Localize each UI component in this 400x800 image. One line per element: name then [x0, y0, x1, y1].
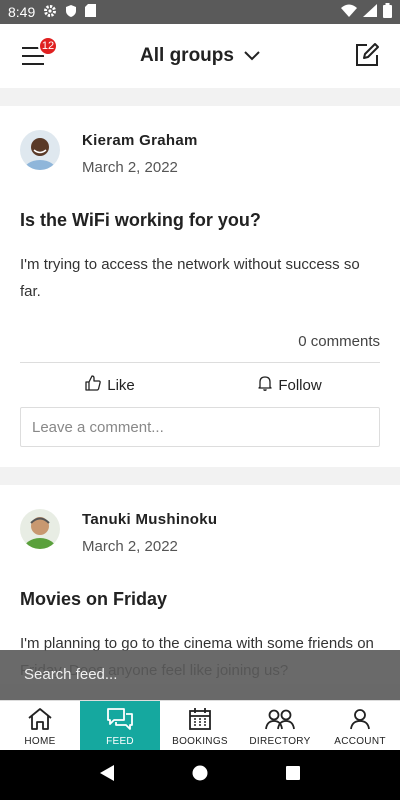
person-icon — [348, 707, 372, 736]
group-label: All groups — [140, 45, 234, 66]
people-icon — [265, 707, 295, 736]
chat-icon — [106, 707, 134, 736]
follow-label: Follow — [278, 376, 322, 394]
app-header: 12 All groups — [0, 24, 400, 88]
post-author: Kieram Graham March 2, 2022 — [20, 106, 380, 176]
nav-label: FEED — [106, 736, 134, 747]
status-time: 8:49 — [8, 4, 36, 20]
search-placeholder: Search feed... — [24, 666, 118, 683]
comment-count[interactable]: 0 comments — [20, 333, 380, 363]
avatar[interactable] — [20, 130, 60, 170]
feed-post: Kieram Graham March 2, 2022 Is the WiFi … — [0, 106, 400, 467]
follow-button[interactable]: Follow — [200, 375, 380, 395]
edit-icon — [354, 43, 380, 72]
notification-badge: 12 — [38, 36, 58, 56]
group-selector[interactable]: All groups — [140, 45, 260, 67]
wifi-icon — [341, 4, 357, 20]
battery-icon — [383, 3, 392, 21]
like-label: Like — [107, 376, 135, 394]
author-name[interactable]: Tanuki Mushinoku — [82, 511, 217, 528]
search-feed-bar[interactable]: Search feed... — [0, 650, 400, 700]
avatar[interactable] — [20, 509, 60, 549]
home-icon — [27, 707, 53, 736]
menu-button[interactable]: 12 — [20, 36, 58, 68]
shield-icon — [65, 4, 77, 21]
back-button[interactable] — [92, 760, 122, 790]
calendar-icon — [188, 707, 212, 736]
nav-label: BOOKINGS — [172, 736, 228, 747]
back-triangle-icon — [99, 764, 115, 787]
bottom-nav: HOME FEED BOOKINGS DIRECTORY ACCOUNT — [0, 700, 400, 750]
nav-tab-feed[interactable]: FEED — [80, 701, 160, 750]
post-actions: Like Follow — [20, 363, 380, 407]
status-bar: 8:49 — [0, 0, 400, 24]
home-system-button[interactable] — [185, 760, 215, 790]
home-circle-icon — [192, 765, 208, 786]
feed[interactable]: Kieram Graham March 2, 2022 Is the WiFi … — [0, 88, 400, 700]
compose-button[interactable] — [354, 42, 380, 68]
nav-label: DIRECTORY — [249, 736, 311, 747]
sd-card-icon — [85, 4, 97, 20]
settings-icon — [43, 4, 57, 21]
signal-icon — [363, 4, 377, 20]
nav-tab-account[interactable]: ACCOUNT — [320, 701, 400, 750]
post-date: March 2, 2022 — [82, 538, 178, 555]
post-spacer — [20, 447, 380, 467]
bell-icon — [258, 375, 272, 395]
recents-button[interactable] — [278, 760, 308, 790]
post-date: March 2, 2022 — [82, 159, 178, 176]
post-title: Is the WiFi working for you? — [20, 210, 261, 230]
post-author: Tanuki Mushinoku March 2, 2022 — [20, 485, 380, 555]
system-nav-bar — [0, 750, 400, 800]
nav-tab-bookings[interactable]: BOOKINGS — [160, 701, 240, 750]
nav-tab-directory[interactable]: DIRECTORY — [240, 701, 320, 750]
comment-input[interactable] — [20, 407, 380, 447]
chevron-down-icon — [244, 45, 260, 67]
nav-tab-home[interactable]: HOME — [0, 701, 80, 750]
author-name[interactable]: Kieram Graham — [82, 132, 198, 149]
post-title: Movies on Friday — [20, 589, 168, 609]
thumbs-up-icon — [85, 375, 102, 395]
nav-label: HOME — [24, 736, 56, 747]
post-body: I'm trying to access the network without… — [20, 256, 360, 300]
nav-label: ACCOUNT — [334, 736, 386, 747]
like-button[interactable]: Like — [20, 375, 200, 395]
recents-square-icon — [286, 765, 301, 785]
